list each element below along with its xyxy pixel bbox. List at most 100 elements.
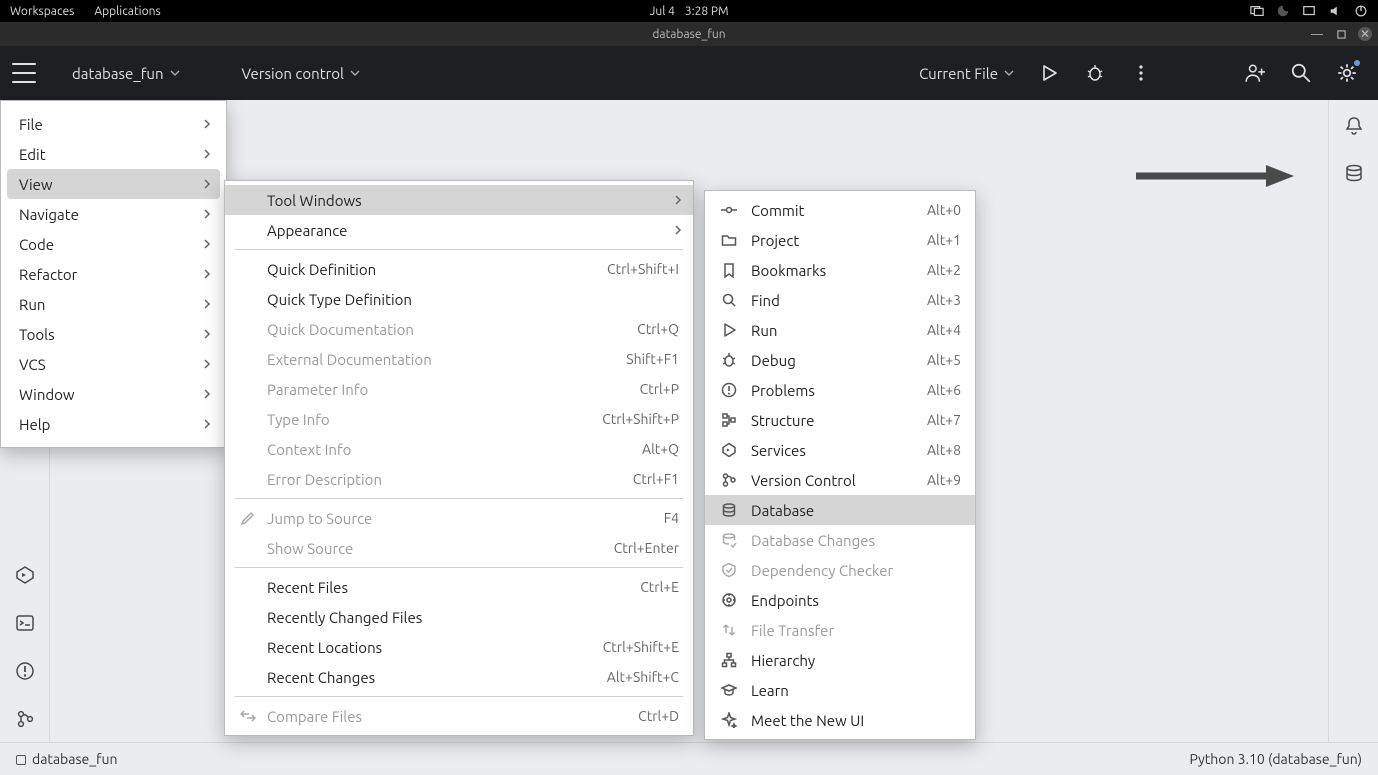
view-menu-item-quick-type-definition[interactable]: Quick Type Definition — [225, 284, 693, 314]
menu-item-shortcut: Alt+2 — [927, 262, 961, 278]
terminal-tool-button[interactable] — [14, 612, 36, 634]
problems-tool-button[interactable] — [14, 660, 36, 682]
toolwin-menu-item-find[interactable]: FindAlt+3 — [705, 285, 975, 315]
toolwin-menu-item-structure[interactable]: StructureAlt+7 — [705, 405, 975, 435]
dbchanges-icon — [721, 532, 737, 548]
window-title: database_fun — [652, 28, 725, 41]
toolwin-menu-item-services[interactable]: Services Alt+8 — [705, 435, 975, 465]
menu-item-shortcut: Alt+8 — [927, 442, 961, 458]
menu-item-label: File Transfer — [751, 622, 961, 639]
toolwin-menu-item-run[interactable]: RunAlt+4 — [705, 315, 975, 345]
menu-item-label: Appearance — [267, 222, 679, 239]
toolwin-menu-item-learn[interactable]: Learn — [705, 675, 975, 705]
menu-item-label: Quick Documentation — [267, 321, 607, 338]
pencil-icon — [240, 510, 256, 526]
search-button[interactable] — [1288, 60, 1314, 86]
toolwin-menu-item-hierarchy[interactable]: Hierarchy — [705, 645, 975, 675]
main-menu-button[interactable] — [12, 63, 36, 83]
status-project[interactable]: database_fun — [16, 751, 117, 767]
notifications-tool-button[interactable] — [1343, 114, 1365, 136]
toolwin-menu-item-version-control[interactable]: Version ControlAlt+9 — [705, 465, 975, 495]
project-dropdown[interactable]: database_fun — [64, 61, 188, 86]
menu-item-label: Quick Definition — [267, 261, 577, 278]
collaborate-button[interactable] — [1242, 60, 1268, 86]
menu-item-label: Refactor — [19, 266, 208, 283]
toolwin-menu-item-database[interactable]: Database — [705, 495, 975, 525]
view-submenu: Tool WindowsAppearanceQuick DefinitionCt… — [224, 180, 694, 736]
volume-icon[interactable] — [1328, 4, 1342, 18]
menu-item-label: View — [19, 176, 208, 193]
chevron-right-icon — [202, 239, 212, 249]
toolwin-menu-item-file-transfer: File Transfer — [705, 615, 975, 645]
menu-item-label: Edit — [19, 146, 208, 163]
debug-button[interactable] — [1082, 60, 1108, 86]
menu-item-label: Quick Type Definition — [267, 291, 679, 308]
applications-menu[interactable]: Applications — [94, 5, 160, 18]
view-menu-item-recent-changes[interactable]: Recent ChangesAlt+Shift+C — [225, 662, 693, 692]
menu-item-label: Run — [19, 296, 208, 313]
view-menu-item-appearance[interactable]: Appearance — [225, 215, 693, 245]
arrow-annotation — [1134, 164, 1294, 188]
chevron-down-icon — [1004, 68, 1014, 78]
toolwin-menu-item-dependency-checker: Dependency Checker — [705, 555, 975, 585]
power-icon[interactable] — [1354, 4, 1368, 18]
database-tool-button[interactable] — [1343, 162, 1365, 184]
main-menu-item-view[interactable]: View — [7, 169, 220, 199]
main-menu-item-refactor[interactable]: Refactor — [7, 259, 220, 289]
menu-item-shortcut: Alt+9 — [927, 472, 961, 488]
play-icon — [721, 322, 737, 338]
toolwin-menu-item-project[interactable]: ProjectAlt+1 — [705, 225, 975, 255]
chevron-right-icon — [202, 299, 212, 309]
menu-item-label: Services — [751, 442, 917, 459]
run-config-dropdown[interactable]: Current File — [911, 61, 1022, 86]
main-menu-item-tools[interactable]: Tools — [7, 319, 220, 349]
workspaces-menu[interactable]: Workspaces — [10, 5, 74, 18]
settings-button[interactable] — [1334, 60, 1360, 86]
view-menu-item-recently-changed-files[interactable]: Recently Changed Files — [225, 602, 693, 632]
toolwin-menu-item-meet-the-new-ui[interactable]: Meet the New UI — [705, 705, 975, 735]
view-menu-item-quick-definition[interactable]: Quick DefinitionCtrl+Shift+I — [225, 254, 693, 284]
menu-item-shortcut: Alt+3 — [927, 292, 961, 308]
main-menu-item-code[interactable]: Code — [7, 229, 220, 259]
view-menu-item-recent-files[interactable]: Recent FilesCtrl+E — [225, 572, 693, 602]
chevron-right-icon — [202, 179, 212, 189]
vcs-tool-button[interactable] — [14, 708, 36, 730]
view-menu-item-tool-windows[interactable]: Tool Windows — [225, 185, 693, 215]
main-menu-item-vcs[interactable]: VCS — [7, 349, 220, 379]
system-date: Jul 4 — [649, 5, 674, 18]
view-menu-item-recent-locations[interactable]: Recent LocationsCtrl+Shift+E — [225, 632, 693, 662]
toolwin-menu-item-bookmarks[interactable]: BookmarksAlt+2 — [705, 255, 975, 285]
view-menu-item-quick-documentation: Quick DocumentationCtrl+Q — [225, 314, 693, 344]
window-maximize-button[interactable] — [1334, 27, 1348, 41]
menu-item-label: Structure — [751, 412, 917, 429]
view-menu-item-type-info: Type InfoCtrl+Shift+P — [225, 404, 693, 434]
main-menu-item-file[interactable]: File — [7, 109, 220, 139]
main-menu-item-edit[interactable]: Edit — [7, 139, 220, 169]
window-close-button[interactable]: ✕ — [1358, 27, 1372, 41]
more-actions-button[interactable] — [1128, 60, 1154, 86]
screen-icon[interactable] — [1250, 4, 1264, 18]
window-minimize-button[interactable]: — — [1310, 27, 1324, 41]
status-interpreter[interactable]: Python 3.10 (database_fun) — [1189, 751, 1362, 767]
chevron-down-icon — [350, 68, 360, 78]
menu-item-label: Debug — [751, 352, 917, 369]
toolwin-menu-item-problems[interactable]: ProblemsAlt+6 — [705, 375, 975, 405]
vcs-dropdown[interactable]: Version control — [234, 61, 368, 86]
toolwin-menu-item-endpoints[interactable]: Endpoints — [705, 585, 975, 615]
run-button[interactable] — [1036, 60, 1062, 86]
view-menu-item-compare-files: Compare FilesCtrl+D — [225, 701, 693, 731]
toolwin-menu-item-commit[interactable]: CommitAlt+0 — [705, 195, 975, 225]
main-menu-item-navigate[interactable]: Navigate — [7, 199, 220, 229]
moon-icon[interactable] — [1276, 4, 1290, 18]
main-menu-item-help[interactable]: Help — [7, 409, 220, 439]
main-menu-item-run[interactable]: Run — [7, 289, 220, 319]
services-icon — [721, 442, 737, 458]
main-menu-item-window[interactable]: Window — [7, 379, 220, 409]
menu-item-label: Jump to Source — [267, 510, 634, 527]
services-tool-button[interactable] — [14, 564, 36, 586]
chevron-right-icon — [202, 419, 212, 429]
view-menu-item-external-documentation: External DocumentationShift+F1 — [225, 344, 693, 374]
menu-item-shortcut: Ctrl+Shift+P — [602, 411, 679, 427]
display-icon[interactable] — [1302, 4, 1316, 18]
toolwin-menu-item-debug[interactable]: DebugAlt+5 — [705, 345, 975, 375]
